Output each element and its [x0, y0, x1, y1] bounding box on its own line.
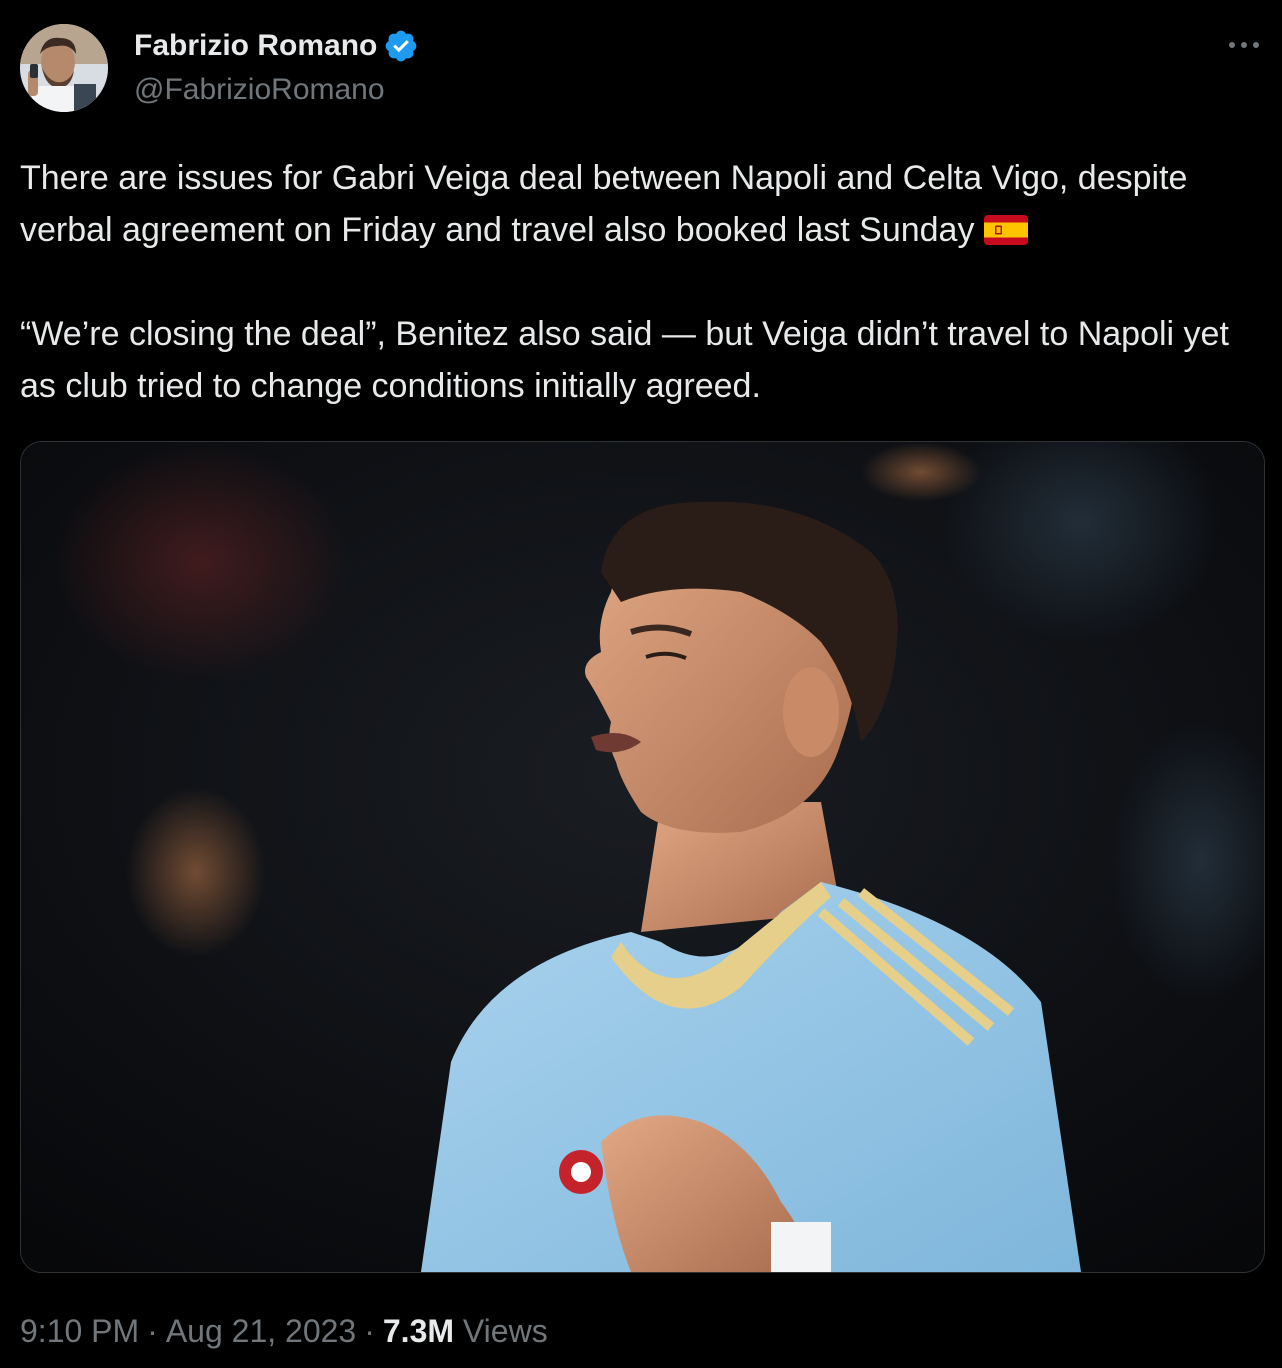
- display-name[interactable]: Fabrizio Romano: [134, 26, 419, 66]
- tweet-text: There are issues for Gabri Veiga deal be…: [20, 152, 1265, 412]
- tweet-date[interactable]: Aug 21, 2023: [166, 1313, 356, 1349]
- tweet-paragraph-2: “We’re closing the deal”, Benitez also s…: [20, 315, 1229, 405]
- tweet-meta: 9:10 PM · Aug 21, 2023 · 7.3M Views: [20, 1310, 548, 1352]
- meta-separator: ·: [147, 1313, 158, 1349]
- display-name-text: Fabrizio Romano: [134, 29, 378, 62]
- more-options-icon[interactable]: [1222, 30, 1266, 60]
- views-label: Views: [462, 1313, 548, 1349]
- user-handle[interactable]: @FabrizioRomano: [134, 70, 385, 110]
- tweet-photo[interactable]: [20, 441, 1265, 1273]
- views-count: 7.3M: [382, 1313, 455, 1349]
- tweet[interactable]: Fabrizio Romano @FabrizioRomano There ar…: [0, 0, 1282, 1368]
- player-photo: [21, 442, 1264, 1272]
- meta-separator: ·: [364, 1313, 375, 1349]
- tweet-paragraph-1: There are issues for Gabri Veiga deal be…: [20, 152, 1265, 256]
- tweet-time[interactable]: 9:10 PM: [20, 1313, 139, 1349]
- verified-badge-icon[interactable]: [383, 28, 419, 64]
- spain-flag-icon: [984, 208, 1029, 245]
- avatar[interactable]: [20, 24, 108, 112]
